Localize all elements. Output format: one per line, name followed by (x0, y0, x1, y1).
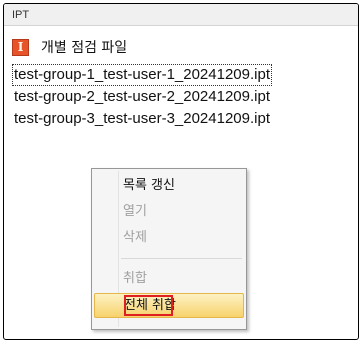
menu-item-delete[interactable]: 삭제 (94, 225, 244, 250)
ipt-icon-glyph: I (17, 40, 24, 54)
ipt-file-type-icon: I (12, 38, 29, 56)
menu-item-open[interactable]: 열기 (94, 199, 244, 224)
file-item[interactable]: test-group-2_test-user-2_20241209.ipt (12, 86, 272, 108)
file-item[interactable]: test-group-3_test-user-3_20241209.ipt (12, 108, 272, 130)
file-list: test-group-1_test-user-1_20241209.ipt te… (12, 64, 272, 130)
menu-item-refresh[interactable]: 목록 갱신 (94, 173, 244, 198)
window-title: IPT (4, 4, 358, 26)
group-header[interactable]: I 개별 점검 파일 (12, 36, 127, 58)
menu-item-cancel[interactable]: 취합 (94, 266, 244, 291)
menu-item-cancel-all[interactable]: 전체 취합 (94, 293, 244, 318)
file-item[interactable]: test-group-1_test-user-1_20241209.ipt (12, 64, 272, 86)
context-menu: 목록 갱신 열기 삭제 취합 전체 취합 (91, 168, 247, 330)
ipt-window: IPT I 개별 점검 파일 test-group-1_test-user-1_… (3, 3, 359, 340)
highlight-box (124, 295, 173, 316)
menu-separator (121, 258, 242, 259)
group-label: 개별 점검 파일 (41, 40, 128, 56)
